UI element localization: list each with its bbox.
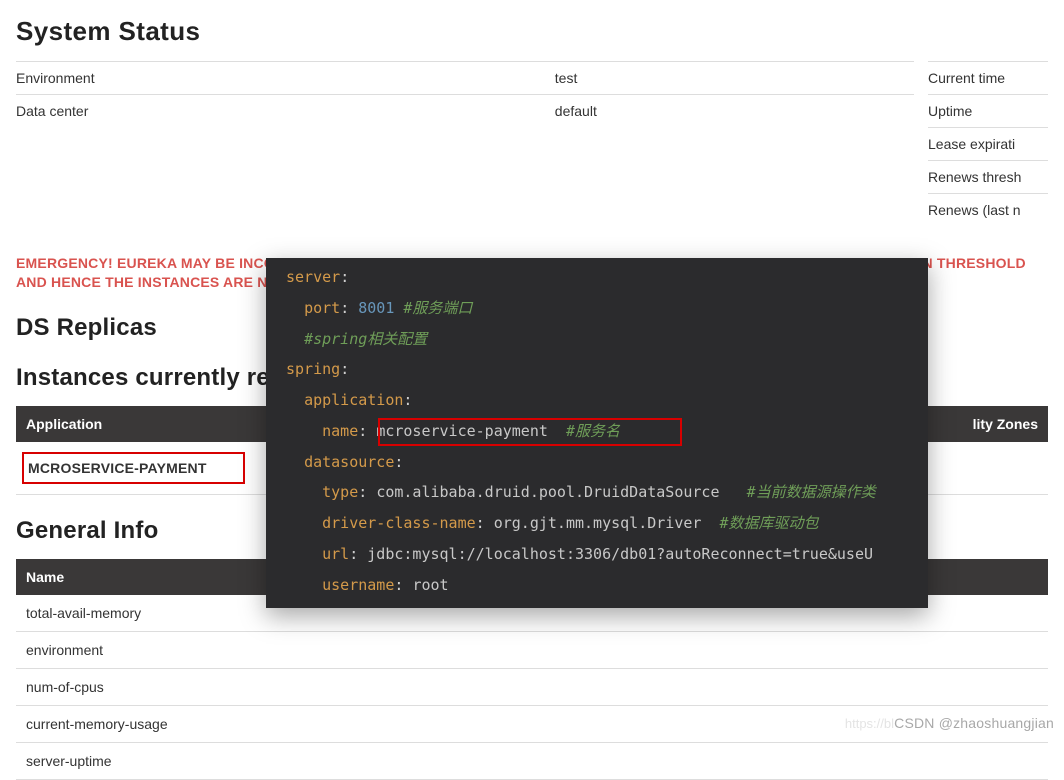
dc-value: default xyxy=(555,95,914,128)
yaml-port-key: port xyxy=(304,299,340,317)
yaml-type-key: type xyxy=(322,483,358,501)
yaml-driver-val: org.gjt.mm.mysql.Driver xyxy=(494,514,702,532)
table-row: num-of-cpus xyxy=(16,668,1048,705)
yaml-server-key: server xyxy=(286,268,340,286)
current-time-label: Current time xyxy=(928,62,1048,95)
yaml-name-key: name xyxy=(322,422,358,440)
lease-exp-label: Lease expirati xyxy=(928,128,1048,161)
system-status-table: Environment test Data center default xyxy=(16,61,914,127)
csdn-watermark: CSDN @zhaoshuangjian xyxy=(894,715,1054,731)
yaml-type-val: com.alibaba.druid.pool.DruidDataSource xyxy=(376,483,719,501)
yaml-driver-key: driver-class-name xyxy=(322,514,476,532)
system-status-right-table: Current time Uptime Lease expirati Renew… xyxy=(928,61,1048,226)
yaml-port-val: 8001 xyxy=(358,299,394,317)
uptime-label: Uptime xyxy=(928,95,1048,128)
yaml-url-key: url xyxy=(322,545,349,563)
renews-last-label: Renews (last n xyxy=(928,194,1048,227)
yaml-application-key: application xyxy=(304,391,403,409)
env-label: Environment xyxy=(16,62,555,95)
yaml-type-cmt: #当前数据源操作类 xyxy=(747,483,876,501)
yaml-name-val: mcroservice-payment xyxy=(376,422,548,440)
gi-server-uptime: server-uptime xyxy=(16,742,1048,779)
page-title: System Status xyxy=(16,16,1048,47)
code-gutter xyxy=(266,258,280,608)
table-row: Environment test xyxy=(16,62,914,95)
renews-thresh-label: Renews thresh xyxy=(928,161,1048,194)
yaml-spring-cmt: #spring相关配置 xyxy=(304,330,427,348)
table-row: server-uptime xyxy=(16,742,1048,779)
yaml-username-key: username xyxy=(322,576,394,594)
yaml-datasource-key: datasource xyxy=(304,453,394,471)
application-name-link[interactable]: MCROSERVICE-PAYMENT xyxy=(22,452,245,484)
yaml-spring-key: spring xyxy=(286,360,340,378)
yaml-username-val: root xyxy=(412,576,448,594)
gi-environment: environment xyxy=(16,631,1048,668)
dc-label: Data center xyxy=(16,95,555,128)
table-row: environment xyxy=(16,631,1048,668)
table-row: Data center default xyxy=(16,95,914,128)
yaml-config-overlay: server: port: 8001 #服务端口 #spring相关配置 spr… xyxy=(266,258,928,608)
env-value: test xyxy=(555,62,914,95)
yaml-url-val: jdbc:mysql://localhost:3306/db01?autoRec… xyxy=(367,545,873,563)
yaml-name-cmt: #服务名 xyxy=(566,422,620,440)
gi-num-of-cpus: num-of-cpus xyxy=(16,668,1048,705)
yaml-port-cmt: #服务端口 xyxy=(403,299,472,317)
yaml-driver-cmt: #数据库驱动包 xyxy=(720,514,819,532)
watermark-faint: https://bl xyxy=(845,716,894,731)
